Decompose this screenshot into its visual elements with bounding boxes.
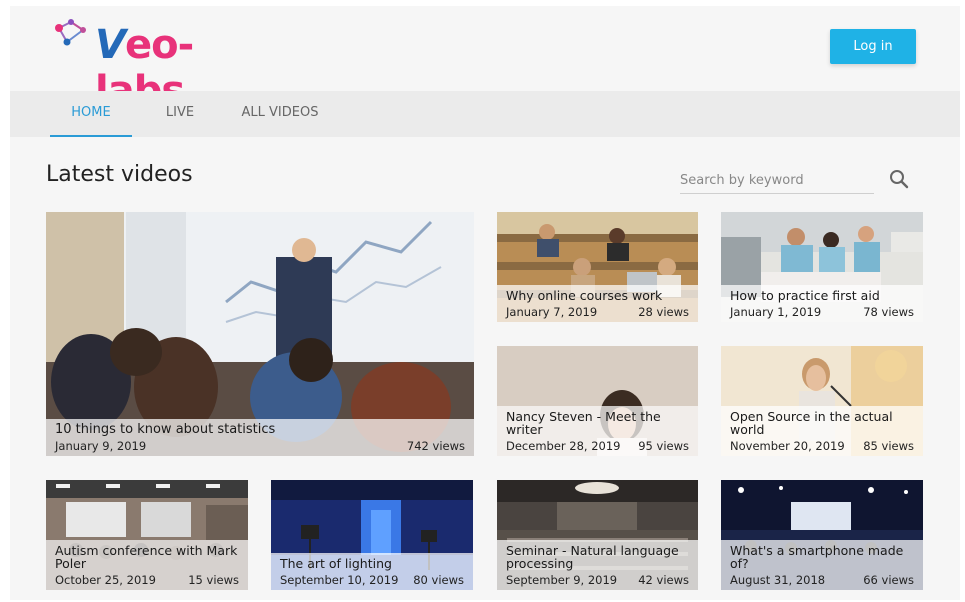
video-views: 742 views [406,439,465,453]
video-title[interactable]: Seminar - Natural language processing [506,544,689,570]
search-bar [680,168,874,194]
video-date: November 20, 2019 [730,439,845,453]
video-views: 95 views [638,439,689,453]
login-button[interactable]: Log in [830,29,916,64]
video-title[interactable]: The art of lighting [280,557,464,570]
video-card[interactable]: How to practice first aid January 1, 201… [721,212,923,322]
video-date: October 25, 2019 [55,573,156,587]
tab-all-videos[interactable]: ALL VIDEOS [238,91,322,137]
video-views: 78 views [863,305,914,319]
video-caption: What's a smartphone made of? August 31, … [721,540,923,590]
video-title[interactable]: 10 things to know about statistics [55,423,465,436]
video-title[interactable]: Autism conference with Mark Poler [55,544,239,570]
video-title[interactable]: How to practice first aid [730,289,914,302]
video-views: 42 views [638,573,689,587]
video-date: December 28, 2019 [506,439,621,453]
video-card[interactable]: Seminar - Natural language processing Se… [497,480,698,590]
video-card[interactable]: 10 things to know about statistics Janua… [46,212,474,456]
video-card[interactable]: Why online courses work January 7, 2019 2… [497,212,698,322]
video-views: 80 views [413,573,464,587]
video-card[interactable]: What's a smartphone made of? August 31, … [721,480,923,590]
video-card[interactable]: Open Source in the actual world November… [721,346,923,456]
video-date: January 7, 2019 [506,305,598,319]
video-views: 15 views [188,573,239,587]
video-card[interactable]: The art of lighting September 10, 2019 80… [271,480,473,590]
video-views: 28 views [638,305,689,319]
video-caption: The art of lighting September 10, 2019 80… [271,553,473,590]
video-date: January 9, 2019 [55,439,147,453]
video-title[interactable]: What's a smartphone made of? [730,544,914,570]
video-date: January 1, 2019 [730,305,822,319]
video-card[interactable]: Autism conference with Mark Poler Octobe… [46,480,248,590]
search-input[interactable] [680,168,874,192]
video-card[interactable]: Nancy Steven - Meet the writer December … [497,346,698,456]
video-title[interactable]: Open Source in the actual world [730,410,914,436]
video-caption: How to practice first aid January 1, 201… [721,285,923,322]
video-caption: Nancy Steven - Meet the writer December … [497,406,698,456]
page: Veo-labs Log in HOME LIVE ALL VIDEOS Lat… [10,6,960,600]
video-date: September 9, 2019 [506,573,618,587]
tab-live[interactable]: LIVE [158,91,202,137]
molecule-icon [55,19,86,46]
main-nav: HOME LIVE ALL VIDEOS [10,91,960,137]
tab-home[interactable]: HOME [50,91,132,137]
video-date: August 31, 2018 [730,573,826,587]
video-date: September 10, 2019 [280,573,399,587]
video-views: 85 views [863,439,914,453]
video-title[interactable]: Nancy Steven - Meet the writer [506,410,689,436]
video-caption: 10 things to know about statistics Janua… [46,419,474,456]
video-views: 66 views [863,573,914,587]
video-caption: Autism conference with Mark Poler Octobe… [46,540,248,590]
logo-v: V [95,22,126,68]
video-caption: Open Source in the actual world November… [721,406,923,456]
search-icon[interactable] [888,168,910,190]
video-caption: Why online courses work January 7, 2019 2… [497,285,698,322]
video-caption: Seminar - Natural language processing Se… [497,540,698,590]
veo-labs-logo[interactable]: Veo-labs [53,18,253,114]
section-title: Latest videos [46,162,193,187]
video-title[interactable]: Why online courses work [506,289,689,302]
